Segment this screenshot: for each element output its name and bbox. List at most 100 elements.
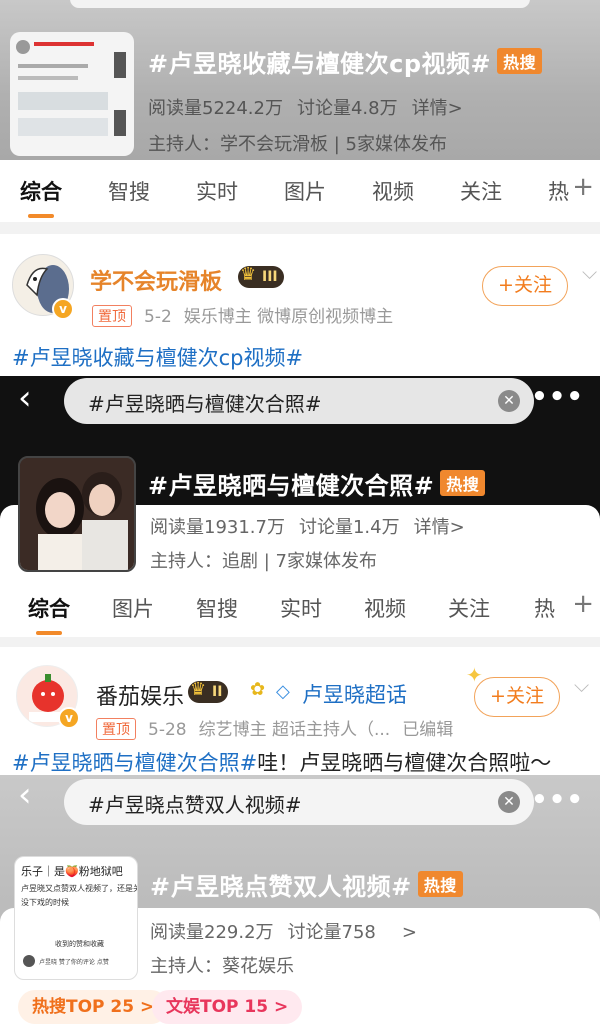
topic-thumbnail[interactable] <box>10 32 134 156</box>
level-text: II <box>212 684 223 700</box>
topic-host[interactable]: 主持人：葵花娱乐 <box>150 952 294 978</box>
discussion-count: 讨论量4.8万 <box>296 98 398 119</box>
tab-smart-search[interactable]: 智搜 <box>108 176 150 206</box>
back-icon[interactable]: ‹ <box>18 775 32 815</box>
back-icon[interactable]: ‹ <box>18 378 32 418</box>
tab-smart-search[interactable]: 智搜 <box>196 593 238 623</box>
divider <box>0 222 600 234</box>
search-bar-remnant[interactable] <box>70 0 530 8</box>
follow-button[interactable]: +关注 <box>474 677 560 717</box>
topic-host[interactable]: 主持人：追剧 | 7家媒体发布 <box>150 547 377 573</box>
tab-bar-1: 综合 智搜 实时 图片 视频 关注 热 + <box>0 160 600 222</box>
search-query: #卢昱晓点赞双人视频# <box>88 793 302 817</box>
tab-images[interactable]: 图片 <box>284 176 326 206</box>
post-date: 5-2 <box>144 307 172 327</box>
clear-icon[interactable]: ✕ <box>498 791 520 813</box>
clear-icon[interactable]: ✕ <box>498 390 520 412</box>
tab-video[interactable]: 视频 <box>372 176 414 206</box>
topic-host[interactable]: 主持人：学不会玩滑板 | 5家媒体发布 <box>148 130 447 156</box>
topic-title: #卢昱晓收藏与檀健次cp视频# 热搜 <box>148 44 543 79</box>
tab-following[interactable]: 关注 <box>460 176 502 206</box>
post-2: v 番茄娱乐 ♛ II ✿ ◇ 卢昱晓超话 ✦ +关注 ⌵ 置顶 5-28 综艺博主 … <box>0 647 600 775</box>
thumb-avatar <box>23 955 35 967</box>
follow-button[interactable]: +关注 <box>482 266 568 306</box>
chevron-right-icon[interactable]: > <box>402 922 417 943</box>
pinned-tag: 置顶 <box>92 305 132 327</box>
hot-search-rank-tag[interactable]: 热搜TOP 25 > <box>18 990 169 1024</box>
details-link[interactable]: 详情> <box>412 98 463 119</box>
level-badge: ♛ III <box>238 264 284 288</box>
tab-following[interactable]: 关注 <box>448 593 490 623</box>
user-name[interactable]: 学不会玩滑板 <box>90 264 222 296</box>
divider <box>0 637 600 647</box>
super-topic-link[interactable]: 卢昱晓超话 <box>302 679 407 709</box>
topic-title-text: #卢昱晓晒与檀健次合照# <box>148 472 435 500</box>
chevron-down-icon[interactable]: ⌵ <box>574 673 589 697</box>
verified-icon: v <box>52 298 74 320</box>
topic-title-text: #卢昱晓点赞双人视频# <box>150 873 412 901</box>
more-icon[interactable]: ••• <box>531 785 584 815</box>
post-meta: 置顶 5-2 娱乐博主 微博原创视频博主 <box>92 302 393 327</box>
topic-stats: 阅读量229.2万 讨论量758 > <box>150 918 431 944</box>
diamond-icon: ◇ <box>276 681 290 702</box>
edited-label: 已编辑 <box>402 720 454 740</box>
topic-stats: 阅读量1931.7万 讨论量1.4万 详情> <box>150 513 479 539</box>
more-icon[interactable]: ••• <box>531 382 584 412</box>
tab-images[interactable]: 图片 <box>112 593 154 623</box>
topic-thumbnail[interactable]: 乐子｜是🍑粉地狱吧 卢昱晓又点赞双人视频了，还是关 没下戏的时候 收到的赞和收藏… <box>14 856 138 980</box>
post-date: 5-28 <box>148 720 187 740</box>
pinned-tag: 置顶 <box>96 718 136 740</box>
tab-comprehensive[interactable]: 综合 <box>28 593 70 623</box>
tab-comprehensive[interactable]: 综合 <box>20 176 62 206</box>
plus-icon[interactable]: + <box>572 589 594 619</box>
post-1: v 学不会玩滑板 ♛ III +关注 ⌵ 置顶 5-2 娱乐博主 微博原创视频博主 #… <box>0 234 600 376</box>
search-input[interactable]: #卢昱晓晒与檀健次合照# ✕ <box>64 378 534 424</box>
topic-title-text: #卢昱晓收藏与檀健次cp视频# <box>148 50 492 78</box>
hot-badge: 热搜 <box>497 48 543 74</box>
hot-badge: 热搜 <box>417 871 463 897</box>
tab-realtime[interactable]: 实时 <box>280 593 322 623</box>
crown-icon: ♛ <box>240 264 257 285</box>
verified-icon: v <box>58 707 80 729</box>
sunflower-icon: ✿ <box>250 679 266 700</box>
thumb-line-2: 卢昱晓又点赞双人视频了，还是关 <box>21 884 138 893</box>
hot-badge: 热搜 <box>440 470 486 496</box>
thumb-line-5: 卢昱晓 赞了你的评论 点赞 <box>39 959 109 966</box>
search-input[interactable]: #卢昱晓点赞双人视频# ✕ <box>64 779 534 825</box>
topic-header-1: #卢昱晓收藏与檀健次cp视频# 热搜 阅读量5224.2万 讨论量4.8万 详情> 主… <box>0 0 600 160</box>
user-tags: 娱乐博主 微博原创视频博主 <box>183 307 394 327</box>
read-count: 阅读量5224.2万 <box>148 98 283 119</box>
user-tags: 综艺博主 超话主持人（... <box>198 720 391 740</box>
read-count: 阅读量1931.7万 <box>150 517 285 538</box>
topic-thumbnail-overlay[interactable] <box>18 456 136 572</box>
plus-icon[interactable]: + <box>572 172 594 202</box>
post-text: #卢昱晓收藏与檀健次cp视频# <box>12 342 303 372</box>
discussion-count: 讨论量758 <box>287 922 376 943</box>
chevron-down-icon[interactable]: ⌵ <box>582 260 597 284</box>
entertainment-rank-tag[interactable]: 文娱TOP 15 > <box>152 990 303 1024</box>
details-link[interactable]: 详情> <box>414 517 465 538</box>
tab-realtime[interactable]: 实时 <box>196 176 238 206</box>
crown-icon: ♛ <box>190 679 207 700</box>
thumb-line-3: 没下戏的时候 <box>21 898 69 907</box>
thumb-line-4: 收到的赞和收藏 <box>55 940 104 948</box>
topic-title: #卢昱晓点赞双人视频# 热搜 <box>150 867 463 902</box>
post-body: 哇！卢昱晓晒与檀健次合照啦～ <box>257 751 552 775</box>
tab-hot[interactable]: 热 <box>534 593 555 623</box>
thumb-line-1: 乐子｜是🍑粉地狱吧 <box>21 865 123 878</box>
topic-title: #卢昱晓晒与檀健次合照# 热搜 <box>148 466 486 501</box>
tab-bar-2: 综合 图片 智搜 实时 视频 关注 热 + <box>0 577 600 637</box>
topic-link[interactable]: #卢昱晓晒与檀健次合照# <box>12 751 257 775</box>
level-badge: ♛ II <box>188 679 229 703</box>
post-text: #卢昱晓晒与檀健次合照#哇！卢昱晓晒与檀健次合照啦～ <box>12 747 551 775</box>
tab-hot[interactable]: 热 <box>548 176 569 206</box>
post-meta: 置顶 5-28 综艺博主 超话主持人（... 已编辑 <box>96 715 453 740</box>
discussion-count: 讨论量1.4万 <box>298 517 400 538</box>
read-count: 阅读量229.2万 <box>150 922 274 943</box>
topic-link[interactable]: #卢昱晓收藏与檀健次cp视频# <box>12 346 303 370</box>
level-text: III <box>262 269 278 285</box>
user-name[interactable]: 番茄娱乐 <box>96 679 184 711</box>
topic-stats: 阅读量5224.2万 讨论量4.8万 详情> <box>148 94 477 120</box>
tab-video[interactable]: 视频 <box>364 593 406 623</box>
search-query: #卢昱晓晒与檀健次合照# <box>88 392 322 416</box>
